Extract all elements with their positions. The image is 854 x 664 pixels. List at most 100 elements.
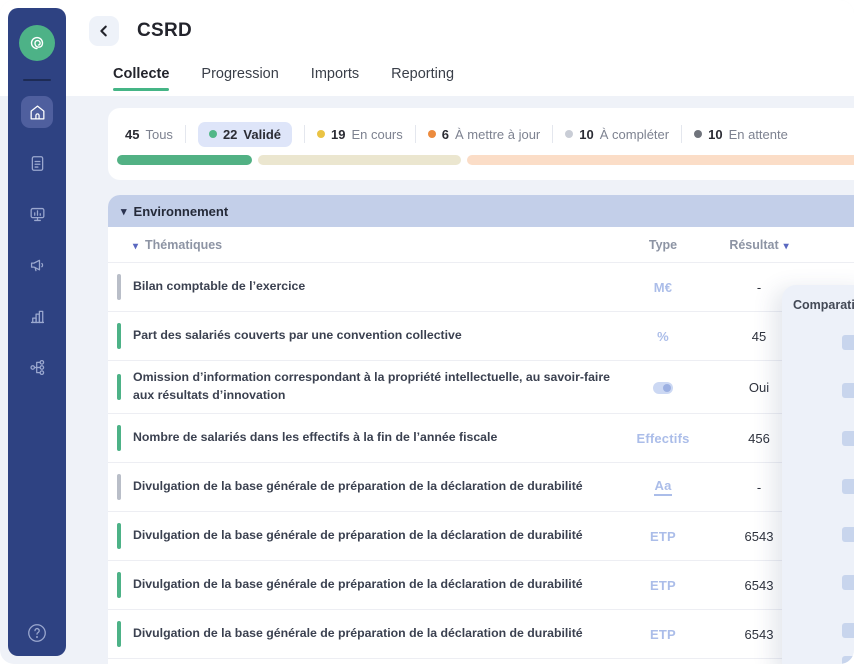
tab-bar: Collecte Progression Imports Reporting [113,66,454,96]
home-icon [28,103,47,122]
filter-count: 22 [223,127,237,142]
table-row[interactable]: Divulgation de la base générale de prépa… [108,610,854,659]
type-badge: ETP [622,578,704,593]
comparatif-value-chip[interactable] [842,527,854,542]
divider [415,125,416,143]
text-format-icon: Aa [654,478,671,496]
status-indicator [117,572,121,598]
comparatif-panel: Comparatif [782,285,854,664]
bar-chart-icon [28,307,47,326]
app-window: CSRD Collecte Progression Imports Report… [0,0,854,664]
progress-segment-validated [117,155,252,165]
comparatif-value-chip[interactable] [842,623,854,638]
table-row[interactable]: Divulgation de la base générale de prépa… [108,463,854,512]
leaf-spiral-icon [26,32,48,54]
filter-all[interactable]: 45 Tous [125,127,173,142]
sidebar-item-announcements[interactable] [21,249,53,281]
tab-collecte[interactable]: Collecte [113,66,169,96]
top-bar: CSRD Collecte Progression Imports Report… [0,0,854,96]
filter-label: En attente [729,127,788,142]
filter-en-cours[interactable]: 19 En cours [317,127,403,142]
comparatif-value-chip[interactable] [842,479,854,494]
divider [185,125,186,143]
row-label: Divulgation de la base générale de prépa… [108,570,622,600]
row-label: Divulgation de la base générale de prépa… [108,472,622,502]
section-header-environnement[interactable]: Environnement [108,195,854,227]
divider [304,125,305,143]
filter-valide[interactable]: 22 Validé [198,122,292,147]
tab-progression[interactable]: Progression [201,66,278,96]
question-mark-icon [26,622,48,644]
filter-label: En cours [351,127,402,142]
tab-reporting[interactable]: Reporting [391,66,454,96]
sidebar-item-documents[interactable] [21,147,53,179]
comparatif-value-chip[interactable] [842,431,854,446]
monitor-chart-icon [28,205,47,224]
table-header-row: Thématiques Type Résultat [108,227,854,263]
filter-en-attente[interactable]: 10 En attente [694,127,788,142]
chevron-left-icon [97,24,111,38]
row-label: Part des salariés couverts par une conve… [108,321,622,351]
type-badge: M€ [622,280,704,295]
toggle-knob [663,384,671,392]
status-indicator [117,474,121,500]
group-thematiques[interactable]: Thématiques [108,238,622,252]
divider [552,125,553,143]
sidebar-item-analytics[interactable] [21,300,53,332]
table-row[interactable] [108,659,854,664]
status-dot-yellow [317,130,325,138]
megaphone-icon [28,256,47,275]
app-sidebar [8,8,66,656]
page-title: CSRD [137,20,192,42]
row-label: Nombre de salariés dans les effectifs à … [108,423,622,453]
status-dot-orange [428,130,436,138]
table-row[interactable]: Divulgation de la base générale de prépa… [108,512,854,561]
comparatif-title: Comparatif [782,285,854,312]
comparatif-value-chip[interactable] [842,335,854,350]
divider [23,79,51,81]
status-indicator [117,323,121,349]
sidebar-item-home[interactable] [21,96,53,128]
filter-label: Tous [145,127,172,142]
back-button[interactable] [89,16,119,46]
table-row[interactable]: Divulgation de la base générale de prépa… [108,561,854,610]
status-filter-bar: 45 Tous 22 Validé 19 En cours 6 À mettre… [108,108,854,148]
collecte-table-card: Environnement Thématiques Type Résultat … [108,195,854,664]
status-indicator [117,621,121,647]
filter-a-completer[interactable]: 10 À compléter [565,127,669,142]
comparatif-value-chip[interactable] [842,656,854,664]
column-header-result-sort[interactable]: Résultat [718,238,800,252]
comparatif-value-chip[interactable] [842,383,854,398]
progress-segment-waiting [467,155,854,165]
app-logo [19,25,55,61]
document-icon [28,154,47,173]
progress-segment-pending [258,155,461,165]
status-indicator [117,274,121,300]
table-row[interactable]: Part des salariés couverts par une conve… [108,312,854,361]
status-dot-green [209,130,217,138]
comparatif-value-chip[interactable] [842,575,854,590]
table-row[interactable]: Bilan comptable de l’exercice M€ - [108,263,854,312]
type-badge: Effectifs [622,431,704,446]
sidebar-item-organization[interactable] [21,351,53,383]
type-badge [622,380,704,395]
tab-imports[interactable]: Imports [311,66,359,96]
column-header-type: Type [622,238,704,252]
row-label: Divulgation de la base générale de prépa… [108,619,622,649]
row-label: Divulgation de la base générale de prépa… [108,521,622,551]
filter-label: Validé [243,127,281,142]
row-label: Bilan comptable de l’exercice [108,272,622,302]
sidebar-item-dashboard[interactable] [21,198,53,230]
status-indicator [117,374,121,400]
hierarchy-icon [28,358,47,377]
type-badge: % [622,329,704,344]
help-button[interactable] [8,622,66,644]
divider [681,125,682,143]
filter-label: À compléter [600,127,669,142]
filter-a-mettre-a-jour[interactable]: 6 À mettre à jour [428,127,541,142]
toggle-icon [653,382,673,394]
status-indicator [117,425,121,451]
table-row[interactable]: Omission d’information correspondant à l… [108,361,854,414]
status-summary-card: 45 Tous 22 Validé 19 En cours 6 À mettre… [108,108,854,180]
table-row[interactable]: Nombre de salariés dans les effectifs à … [108,414,854,463]
